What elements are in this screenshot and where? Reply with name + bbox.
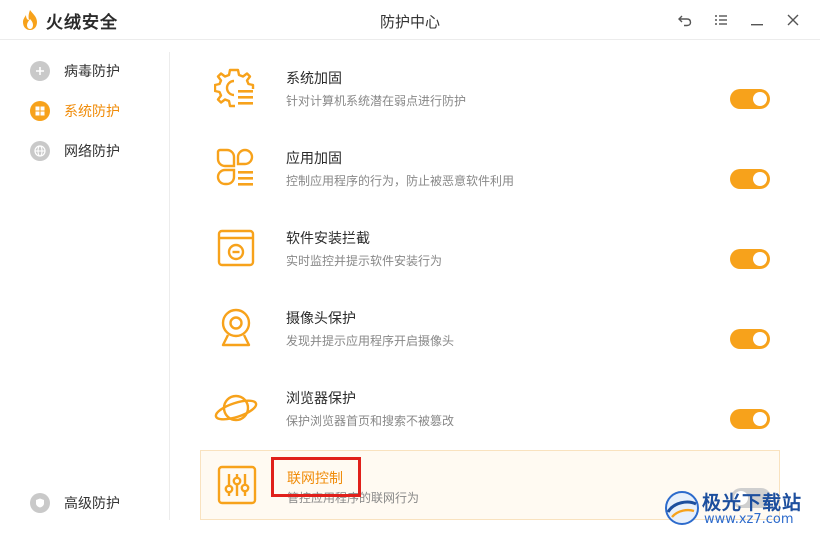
feature-description: 控制应用程序的行为，防止被恶意软件利用 [286, 174, 515, 188]
app-hardening-toggle[interactable] [730, 169, 770, 189]
install-block-toggle[interactable] [730, 249, 770, 269]
minimize-icon [751, 24, 763, 26]
watermark-logo-icon [665, 491, 699, 525]
sliders-icon [217, 465, 257, 505]
feature-description: 保护浏览器首页和搜索不被篡改 [286, 414, 455, 428]
feature-list: 系统加固 针对计算机系统潜在弱点进行防护 应用加固 控制应用程序的行为，防止被恶… [200, 40, 780, 540]
sidebar-item-label: 网络防护 [64, 144, 120, 160]
close-button[interactable] [780, 8, 806, 32]
feature-row-browser-protection: 浏览器保护 保护浏览器首页和搜索不被篡改 [200, 376, 780, 446]
install-block-icon [217, 229, 255, 267]
feature-row-webcam-protection: 摄像头保护 发现并提示应用程序开启摄像头 [200, 296, 780, 366]
feature-title: 应用加固 [286, 151, 342, 167]
back-button[interactable] [672, 8, 698, 32]
toggle-knob [753, 172, 767, 186]
sidebar-item-label: 病毒防护 [64, 64, 120, 80]
sidebar-item-network-protection[interactable]: 网络防护 [30, 139, 120, 163]
sidebar-item-virus-protection[interactable]: 病毒防护 [30, 59, 120, 83]
sidebar-item-label: 系统防护 [64, 104, 120, 120]
close-icon [787, 14, 799, 26]
watermark: 极光下载站 www.xz7.com [662, 484, 812, 534]
sidebar-item-label: 高级防护 [64, 496, 120, 512]
feature-row-app-hardening: 应用加固 控制应用程序的行为，防止被恶意软件利用 [200, 136, 780, 206]
feature-row-system-hardening: 系统加固 针对计算机系统潜在弱点进行防护 [200, 56, 780, 126]
toggle-knob [753, 412, 767, 426]
feature-title: 摄像头保护 [286, 311, 356, 327]
toggle-knob [753, 252, 767, 266]
minimize-button[interactable] [744, 8, 770, 32]
sidebar-item-advanced-protection[interactable]: 高级防护 [30, 491, 120, 515]
feature-description: 实时监控并提示软件安装行为 [286, 254, 443, 268]
watermark-url: www.xz7.com [704, 512, 794, 527]
planet-icon [214, 394, 258, 422]
feature-title: 系统加固 [286, 71, 342, 87]
sidebar-divider [169, 52, 170, 520]
webcam-icon [221, 308, 251, 347]
title-bar: 火绒安全 防护中心 [0, 0, 820, 40]
window-controls [672, 8, 806, 32]
toggle-knob [753, 332, 767, 346]
webcam-protection-toggle[interactable] [730, 329, 770, 349]
watermark-title: 极光下载站 [702, 492, 803, 514]
system-hardening-toggle[interactable] [730, 89, 770, 109]
menu-icon [715, 15, 727, 25]
sidebar-item-system-protection[interactable]: 系统防护 [30, 99, 120, 123]
apps-icon [216, 148, 254, 186]
virus-shield-icon [30, 61, 50, 81]
feature-description: 发现并提示应用程序开启摄像头 [286, 334, 455, 348]
feature-row-install-block: 软件安装拦截 实时监控并提示软件安装行为 [200, 216, 780, 286]
windows-icon [30, 101, 50, 121]
feature-title: 浏览器保护 [286, 391, 356, 407]
gear-list-icon [214, 68, 255, 108]
feature-description: 针对计算机系统潜在弱点进行防护 [286, 94, 467, 108]
menu-button[interactable] [708, 8, 734, 32]
globe-icon [30, 141, 50, 161]
feature-title: 软件安装拦截 [286, 231, 370, 247]
browser-protection-toggle[interactable] [730, 409, 770, 429]
sidebar: 病毒防护 系统防护 网络防护 高级防护 [0, 40, 170, 540]
annotation-highlight-box [271, 457, 361, 497]
toggle-knob [753, 92, 767, 106]
advanced-shield-icon [30, 493, 50, 513]
back-icon [678, 15, 692, 27]
